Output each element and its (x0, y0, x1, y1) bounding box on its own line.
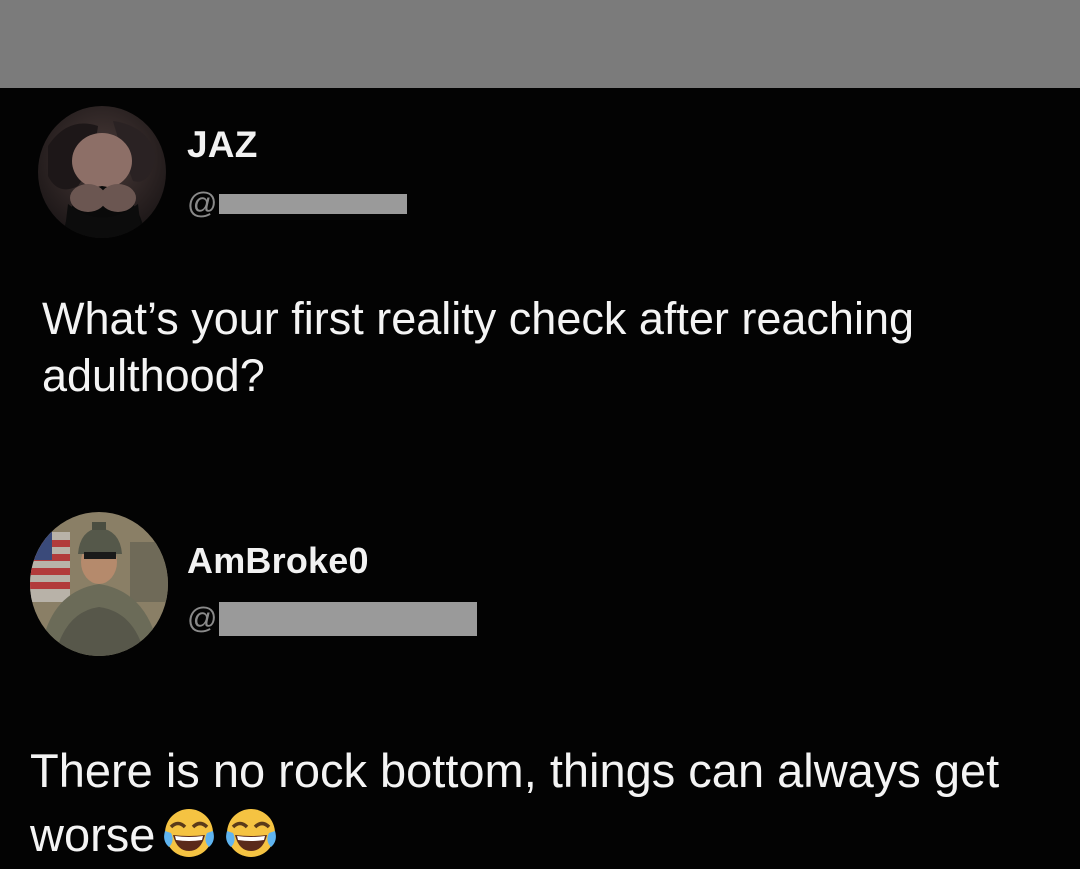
redaction-bar (219, 602, 478, 636)
avatar[interactable] (38, 106, 166, 238)
redaction-bar (219, 194, 408, 214)
top-bar (0, 0, 1080, 88)
handle-at-sign: @ (187, 187, 218, 220)
user-handle[interactable]: @ (187, 601, 478, 637)
avatar[interactable] (30, 512, 168, 656)
face-with-tears-of-joy-icon (223, 807, 279, 869)
display-name[interactable]: AmBroke0 (187, 540, 369, 582)
screenshot-page: JAZ @ What’s your first reality check af… (0, 0, 1080, 869)
user-handle[interactable]: @ (187, 186, 408, 222)
handle-at-sign: @ (187, 602, 218, 635)
post-text: What’s your first reality check after re… (42, 293, 915, 402)
display-name[interactable]: JAZ (187, 124, 258, 166)
post-text: There is no rock bottom, things can alwa… (30, 739, 1070, 869)
face-with-tears-of-joy-icon (161, 807, 217, 869)
